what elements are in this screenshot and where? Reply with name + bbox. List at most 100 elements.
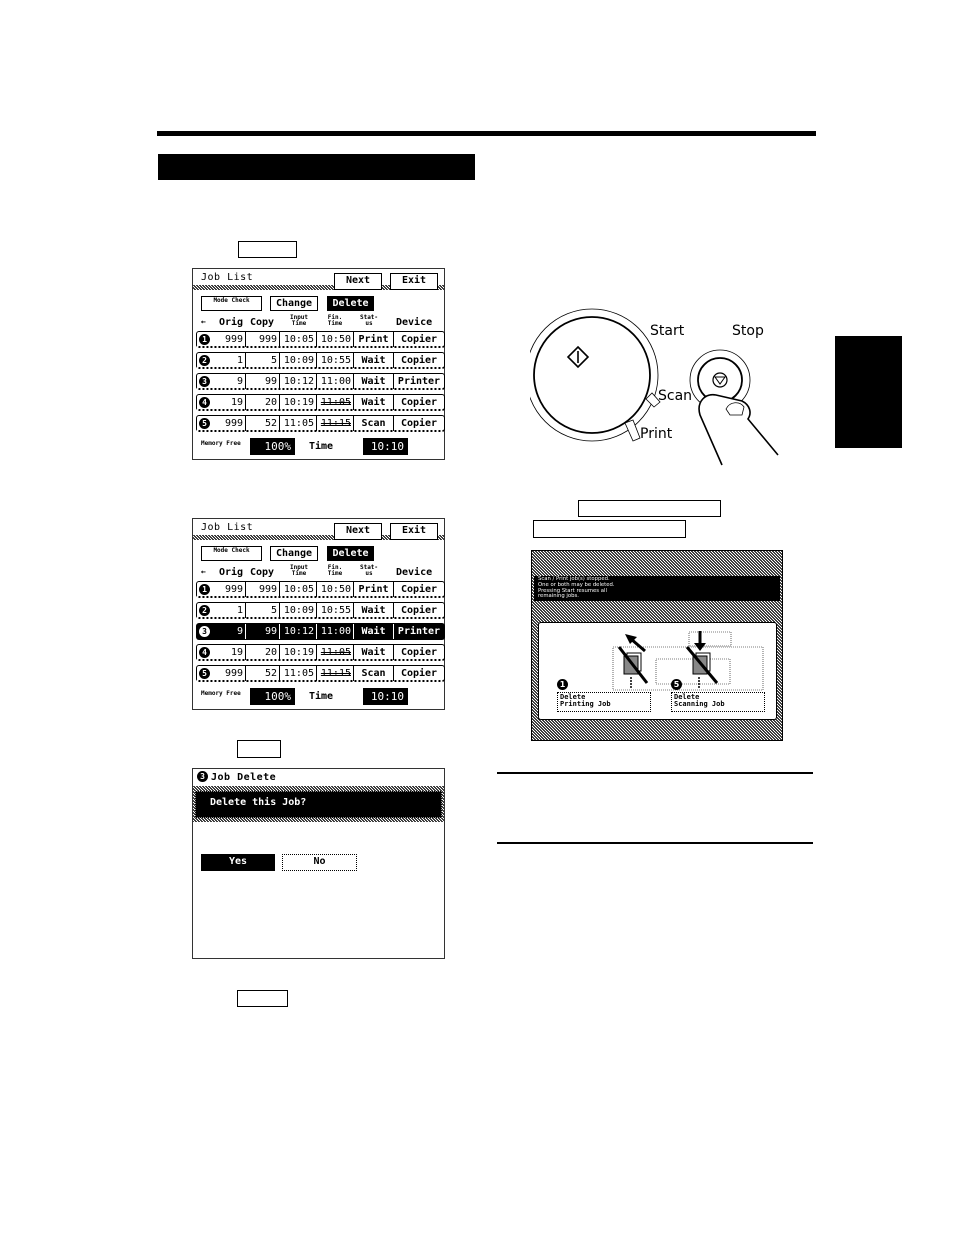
job-cell-status: Scan xyxy=(354,666,394,681)
job-cell-status: Wait xyxy=(354,624,394,639)
note-bottom-rule xyxy=(497,842,813,844)
job-cell-input: 10:12 xyxy=(280,624,317,639)
job-row[interactable]: 1 999 999 10:05 10:50 Print Copier xyxy=(196,581,445,598)
scanned-original-crossed-icon xyxy=(685,646,719,689)
col-fin-time-header: Fin. Time xyxy=(327,314,343,327)
job-number-badge: 2 xyxy=(199,605,210,616)
exit-button[interactable]: Exit xyxy=(390,523,438,540)
job-cell-copy: 20 xyxy=(246,645,280,660)
job-cell-fin: 11:05 xyxy=(317,645,354,660)
job-number-badge: 5 xyxy=(199,418,210,429)
message-line: remaining jobs. xyxy=(538,593,579,600)
job-row[interactable]: 4 19 20 10:19 11:05 Wait Copier xyxy=(196,394,445,411)
job-row[interactable]: 4 19 20 10:19 11:05 Wait Copier xyxy=(196,644,445,661)
mode-check-button[interactable]: Mode Check xyxy=(201,296,262,311)
job-cell-device: Copier xyxy=(400,418,438,429)
job-number-badge: 1 xyxy=(199,334,210,345)
jobs-stopped-message: Scan / Print job(s) stopped. One or both… xyxy=(534,576,780,601)
job-number-badge: 3 xyxy=(199,626,210,637)
job-row[interactable]: 2 1 5 10:09 10:55 Wait Copier xyxy=(196,352,445,369)
job-list-screen-1: Job List Next Exit Mode Check Change Del… xyxy=(192,268,445,460)
delete-scanning-label-2: Scanning Job xyxy=(674,700,725,708)
job-cell-device: Printer xyxy=(397,376,441,387)
change-button[interactable]: Change xyxy=(270,546,318,561)
job-number-badge: 4 xyxy=(199,647,210,658)
scanning-job-number-badge: 5 xyxy=(671,679,682,690)
exit-button[interactable]: Exit xyxy=(390,273,438,290)
job-cell-fin: 10:50 xyxy=(317,332,354,347)
job-cell-device: Copier xyxy=(400,605,438,616)
job-cell-orig: 999 xyxy=(213,582,246,597)
col-device-header: Device xyxy=(396,567,433,578)
job-number-badge: 5 xyxy=(199,668,210,679)
memory-free-label: Memory Free xyxy=(201,690,241,697)
step2-key-box[interactable] xyxy=(237,740,281,758)
delete-scanning-job-button[interactable]: Delete Scanning Job xyxy=(671,692,765,712)
job-cell-copy: 999 xyxy=(246,332,280,347)
start-label: Start xyxy=(650,323,685,339)
next-button[interactable]: Next xyxy=(334,273,382,290)
job-cell-orig: 1 xyxy=(213,353,246,368)
job-cell-input: 10:12 xyxy=(280,374,317,389)
arrow-up-left-icon xyxy=(625,634,646,653)
delete-button[interactable]: Delete xyxy=(327,296,374,311)
job-row[interactable]: 2 1 5 10:09 10:55 Wait Copier xyxy=(196,602,445,619)
yes-button[interactable]: Yes xyxy=(201,854,275,871)
delete-button[interactable]: Delete xyxy=(327,546,374,561)
job-row[interactable]: 5 999 52 11:05 11:15 Scan Copier xyxy=(196,415,445,432)
delete-printing-job-button[interactable]: Delete Printing Job xyxy=(557,692,651,712)
right-key-box-2[interactable] xyxy=(533,520,686,538)
col-copy-header: Copy xyxy=(250,567,275,578)
job-cell-status: Wait xyxy=(354,645,394,660)
scan-label: Scan xyxy=(658,388,693,404)
finger-icon xyxy=(698,393,779,466)
right-key-box-1[interactable] xyxy=(578,500,721,517)
job-cell-input: 11:05 xyxy=(280,416,317,431)
job-cell-orig: 9 xyxy=(213,374,246,389)
job-cell-device: Copier xyxy=(400,647,438,658)
mode-check-button[interactable]: Mode Check xyxy=(201,546,262,561)
memory-free-value: 100% xyxy=(250,688,295,705)
note-top-rule xyxy=(497,772,813,774)
no-button[interactable]: No xyxy=(282,854,357,871)
printing-job-number-badge: 1 xyxy=(557,679,568,690)
col-marker-header: ← xyxy=(201,567,206,576)
job-number-badge: 1 xyxy=(199,584,210,595)
job-cell-fin: 11:15 xyxy=(317,666,354,681)
next-button[interactable]: Next xyxy=(334,523,382,540)
job-delete-dialog: 3 Job Delete Delete this Job? Yes No xyxy=(192,768,445,959)
job-row[interactable]: 1 999 999 10:05 10:50 Print Copier xyxy=(196,331,445,348)
change-button[interactable]: Change xyxy=(270,296,318,311)
job-cell-fin: 10:50 xyxy=(317,582,354,597)
col-input-time-header: Input Time xyxy=(289,314,309,327)
top-rule xyxy=(157,131,816,136)
printed-copy-crossed-icon xyxy=(617,646,649,689)
step3-key-box[interactable] xyxy=(237,990,288,1007)
job-cell-copy: 20 xyxy=(246,395,280,410)
job-number-badge: 4 xyxy=(199,397,210,408)
job-number-badge: 3 xyxy=(199,376,210,387)
job-cell-fin: 10:55 xyxy=(317,353,354,368)
job-row[interactable]: 3 9 99 10:12 11:00 Wait Printer xyxy=(196,623,445,640)
job-cell-input: 10:05 xyxy=(280,582,317,597)
step1-key-box[interactable] xyxy=(238,241,297,258)
job-row[interactable]: 5 999 52 11:05 11:15 Scan Copier xyxy=(196,665,445,682)
time-label: Time xyxy=(309,441,334,452)
job-cell-orig: 999 xyxy=(213,416,246,431)
job-cell-fin: 11:15 xyxy=(317,416,354,431)
control-panel-diagram: Start Stop Scan Print xyxy=(530,285,790,485)
job-number-badge: 2 xyxy=(199,355,210,366)
col-input-time-header: Input Time xyxy=(289,564,309,577)
time-value: 10:10 xyxy=(363,438,408,455)
print-label: Print xyxy=(640,426,673,442)
job-cell-device: Copier xyxy=(400,397,438,408)
job-cell-orig: 999 xyxy=(213,332,246,347)
memory-free-value: 100% xyxy=(250,438,295,455)
time-value: 10:10 xyxy=(363,688,408,705)
job-cell-copy: 99 xyxy=(246,374,280,389)
jobs-stopped-screen: Scan / Print job(s) stopped. One or both… xyxy=(531,550,783,741)
job-row[interactable]: 3 9 99 10:12 11:00 Wait Printer xyxy=(196,373,445,390)
memory-free-label: Memory Free xyxy=(201,440,241,447)
job-cell-orig: 19 xyxy=(213,395,246,410)
job-list-title: Job List xyxy=(201,272,254,283)
